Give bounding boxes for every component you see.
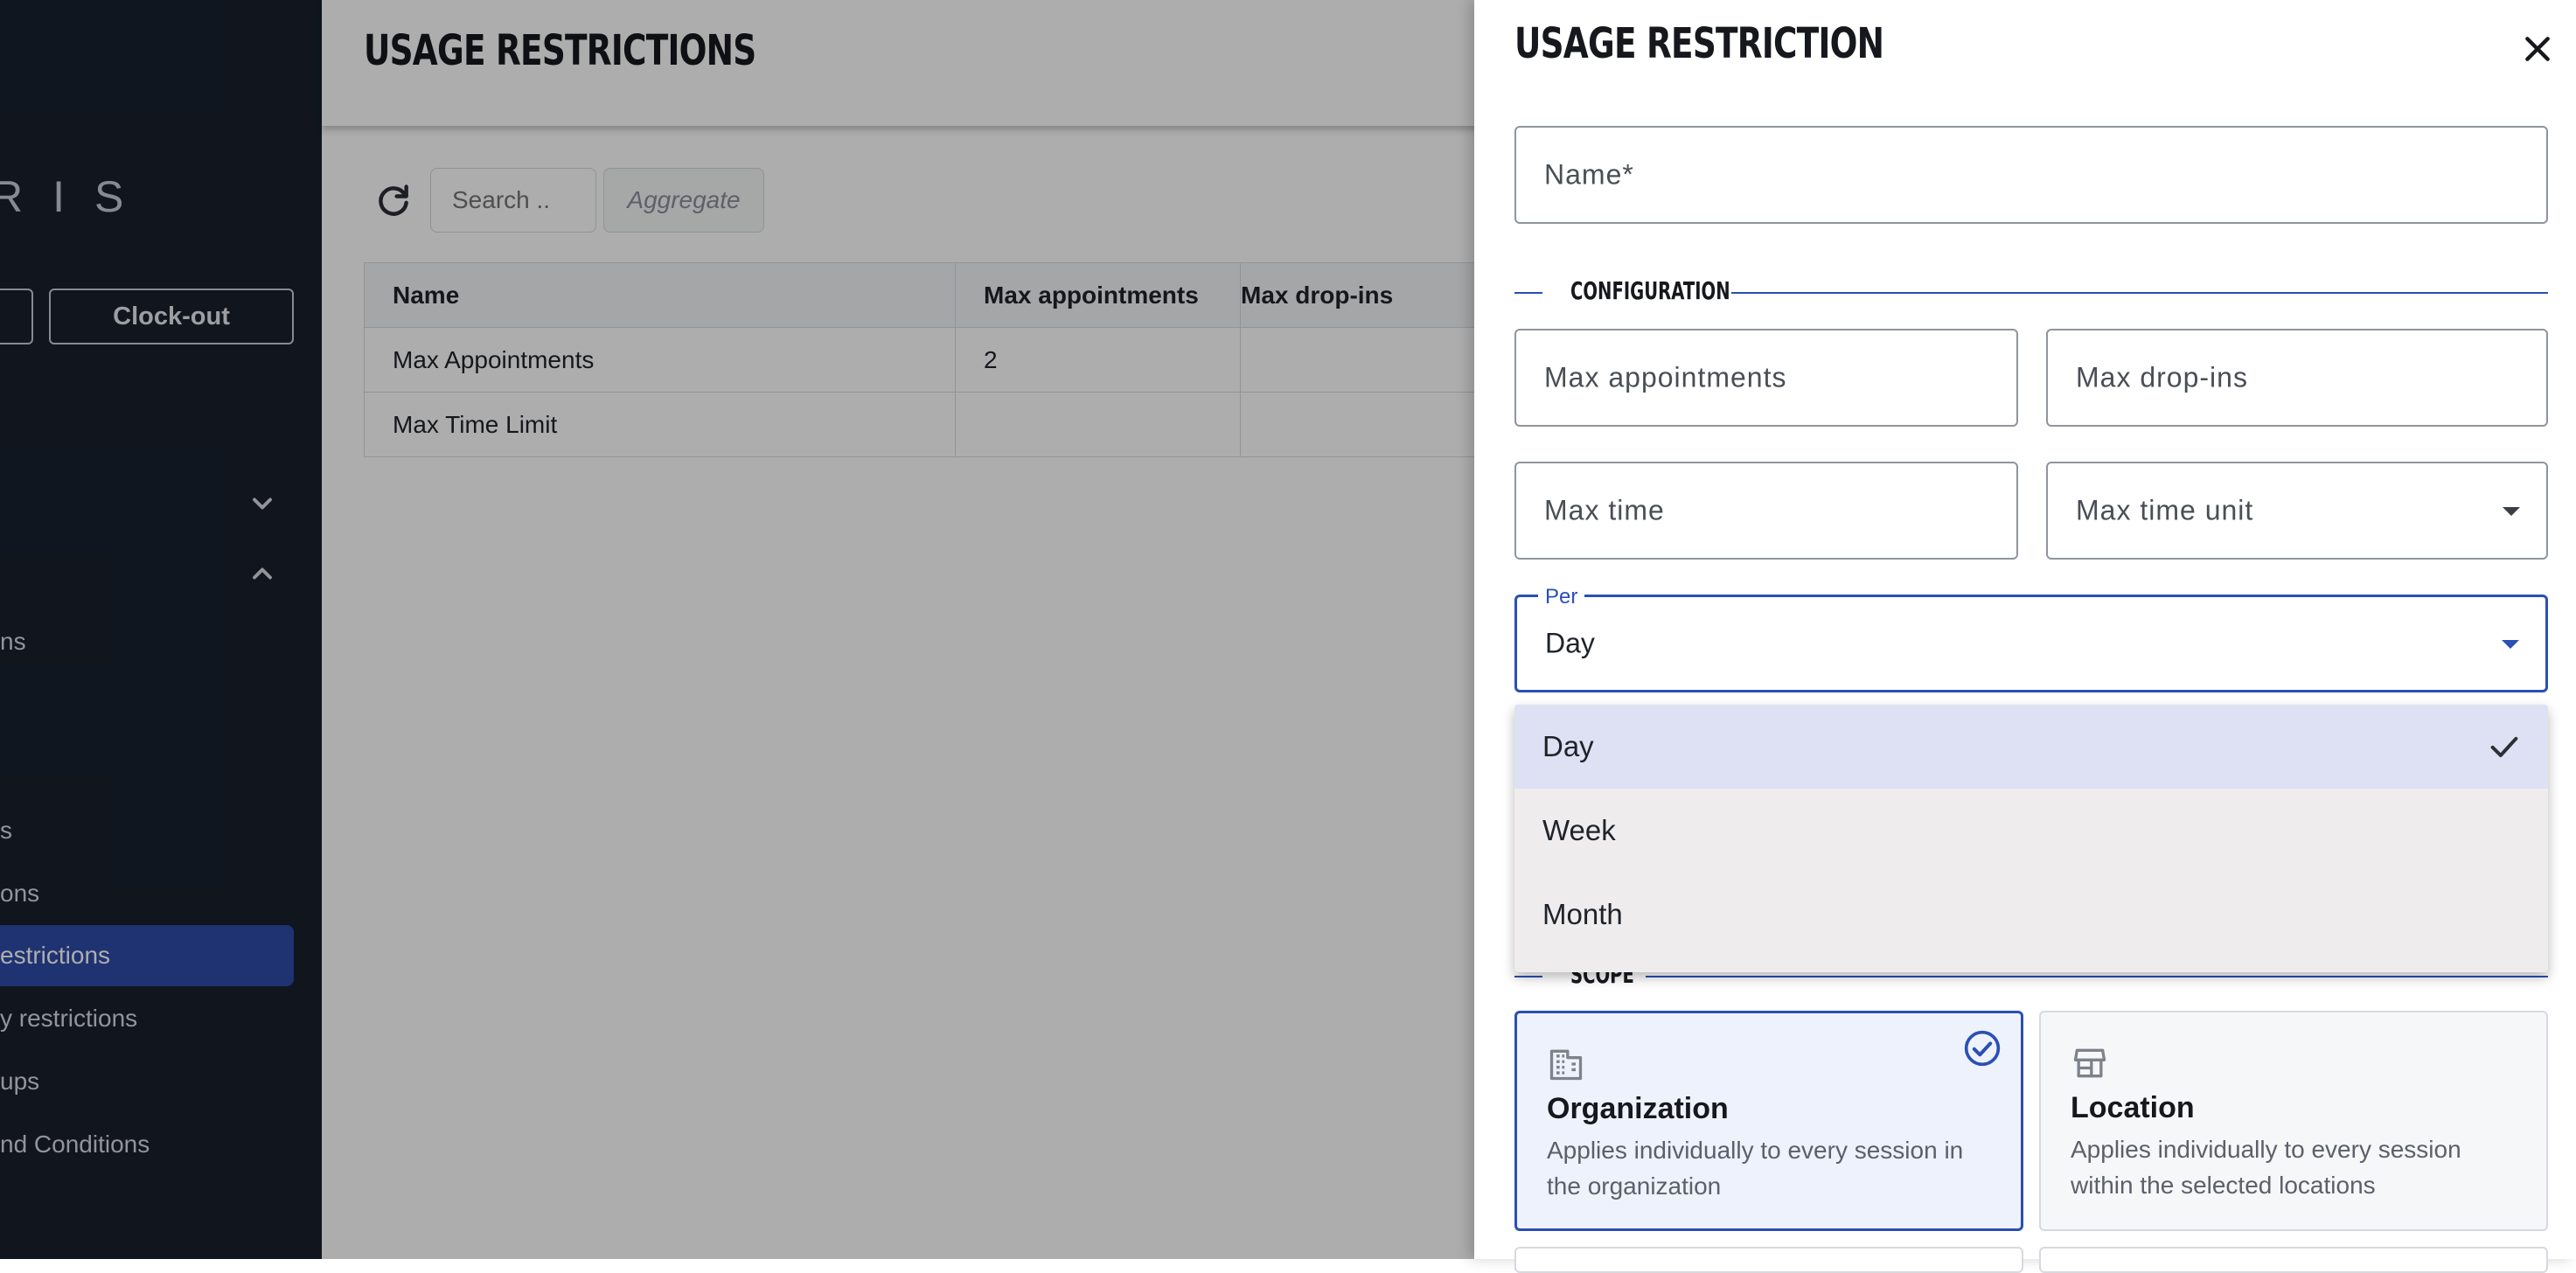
section-divider [1514,292,1542,294]
name-field[interactable]: Name* [1514,126,2548,224]
max-time-unit-select[interactable]: Max time unit [2046,462,2548,560]
scope-card-description: Applies individually to every session wi… [2071,1136,2461,1199]
configuration-section-title: CONFIGURATION [1570,276,1730,305]
building-icon [1549,1049,1583,1081]
check-circle-icon [1964,1030,2001,1067]
scope-card[interactable] [1514,1247,2023,1273]
max-dropins-field[interactable]: Max drop-ins [2046,329,2548,427]
scope-card[interactable] [2039,1247,2548,1273]
per-label: Per [1538,585,1585,609]
max-appointments-field[interactable]: Max appointments [1514,329,2018,427]
modal-backdrop[interactable] [0,0,1474,1259]
option-label: Day [1542,730,1594,762]
drawer-title: USAGE RESTRICTION [1514,19,1884,68]
usage-restriction-drawer: USAGE RESTRICTION Name* CONFIGURATION Ma… [1474,0,2576,1273]
name-field-placeholder: Name* [1544,158,1634,191]
section-divider [1646,976,2548,977]
option-label: Month [1542,898,1623,930]
max-dropins-placeholder: Max drop-ins [2076,361,2248,393]
per-option-day[interactable]: Day [1514,705,2548,789]
scope-card-title: Location [2071,1091,2195,1124]
store-icon [2073,1048,2106,1078]
per-dropdown-menu: Day Week Month [1514,705,2548,972]
scope-card-location[interactable]: Location Applies individually to every s… [2039,1011,2548,1231]
per-select[interactable]: Per Day [1514,585,2548,692]
check-icon [2490,736,2518,757]
per-option-month[interactable]: Month [1514,873,2548,956]
configuration-section-header: CONFIGURATION [1514,275,2548,310]
max-time-placeholder: Max time [1544,494,1665,526]
close-icon[interactable] [2520,31,2555,66]
max-time-unit-placeholder: Max time unit [2076,494,2254,526]
option-label: Week [1542,814,1616,846]
max-appointments-placeholder: Max appointments [1544,361,1787,393]
scope-card-title: Organization [1547,1092,1729,1125]
per-option-week[interactable]: Week [1514,789,2548,873]
max-time-field[interactable]: Max time [1514,462,2018,560]
scope-card-organization[interactable]: Organization Applies individually to eve… [1514,1011,2023,1231]
dropdown-arrow-icon [2502,640,2519,649]
per-selected-value: Day [1545,627,1595,659]
section-divider [1514,976,1542,977]
dropdown-arrow-icon [2503,507,2520,516]
section-divider [1731,292,2548,294]
scope-card-description: Applies individually to every session in… [1547,1137,1964,1200]
